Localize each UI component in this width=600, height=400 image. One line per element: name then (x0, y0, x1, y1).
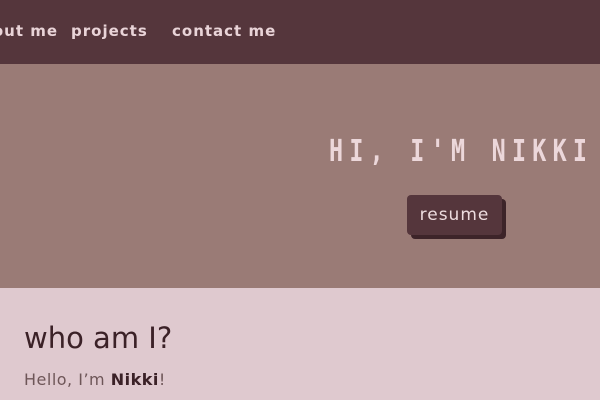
nav-link-projects[interactable]: projects (71, 22, 148, 40)
about-heading: who am I? (24, 321, 173, 355)
intro-prefix: Hello, I’m (24, 370, 111, 389)
navbar: about me projects contact me (0, 0, 600, 64)
intro-suffix: ! (158, 370, 166, 389)
intro-name: Nikki (110, 370, 159, 389)
nav-link-about-me[interactable]: about me (0, 22, 58, 40)
hero-section: HI, I'M NIKKI resume (0, 64, 600, 288)
resume-button[interactable]: resume (407, 195, 502, 235)
hero-title: HI, I'M NIKKI (329, 134, 594, 169)
nav-link-contact-me[interactable]: contact me (172, 22, 276, 40)
about-intro: Hello, I’m Nikki! (24, 370, 166, 389)
about-section: who am I? Hello, I’m Nikki! (0, 288, 600, 400)
